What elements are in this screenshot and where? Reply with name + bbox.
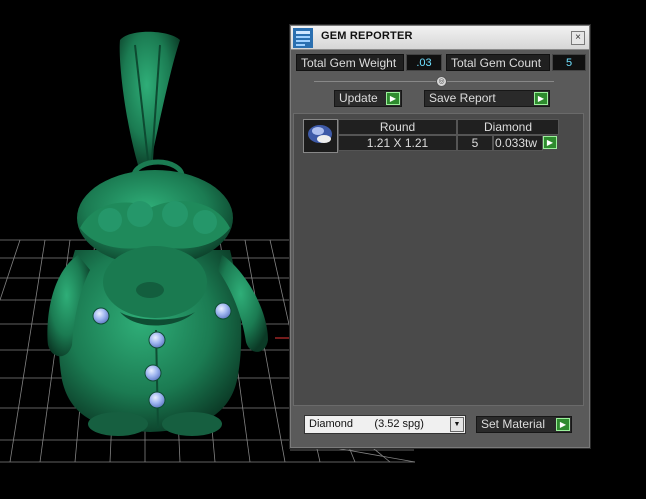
material-dropdown[interactable]: Diamond (3.52 spg) ▼ [304, 415, 466, 434]
gem-reporter-app-icon [293, 28, 313, 48]
gem-row-select-arrow-icon[interactable]: ▶ [543, 136, 557, 149]
material-dropdown-value: Diamond (3.52 spg) [309, 418, 424, 430]
gem-size-cell: 1.21 X 1.21 [338, 135, 457, 151]
gem-reporter-panel: GEM REPORTER × Total Gem Weight .03 Tota… [289, 24, 591, 449]
panel-splitter-handle[interactable]: ◎ [436, 76, 447, 87]
set-material-button-label: Set Material [481, 417, 546, 431]
play-arrow-icon: ▶ [556, 418, 570, 431]
gem-count-cell: 5 [457, 135, 493, 151]
total-gem-weight-value: .03 [406, 54, 442, 71]
gem-shape-cell: Round [338, 119, 457, 135]
round-gem-icon [308, 125, 332, 143]
panel-splitter-track [314, 81, 554, 82]
gem-material-cell: Diamond [457, 119, 559, 135]
green-figure-model [47, 31, 268, 436]
save-report-button-label: Save Report [429, 91, 496, 105]
set-material-button[interactable]: Set Material ▶ [476, 416, 572, 433]
round-gem-thumbnail [303, 119, 338, 153]
titlebar[interactable]: GEM REPORTER × [291, 26, 589, 50]
total-gem-weight-label: Total Gem Weight [296, 54, 404, 71]
save-report-button[interactable]: Save Report ▶ [424, 90, 550, 107]
window-title: GEM REPORTER [321, 30, 413, 42]
total-gem-count-label: Total Gem Count [446, 54, 550, 71]
update-button-label: Update [339, 91, 378, 105]
dropdown-arrow-icon[interactable]: ▼ [450, 417, 464, 432]
play-arrow-icon: ▶ [386, 92, 400, 105]
close-button[interactable]: × [571, 31, 585, 45]
gem-list[interactable]: Round Diamond 1.21 X 1.21 5 0.033tw ▶ [293, 113, 584, 406]
play-arrow-icon: ▶ [534, 92, 548, 105]
total-gem-count-value: 5 [552, 54, 586, 71]
gem-weight-cell: 0.033tw [493, 135, 543, 151]
update-button[interactable]: Update ▶ [334, 90, 402, 107]
